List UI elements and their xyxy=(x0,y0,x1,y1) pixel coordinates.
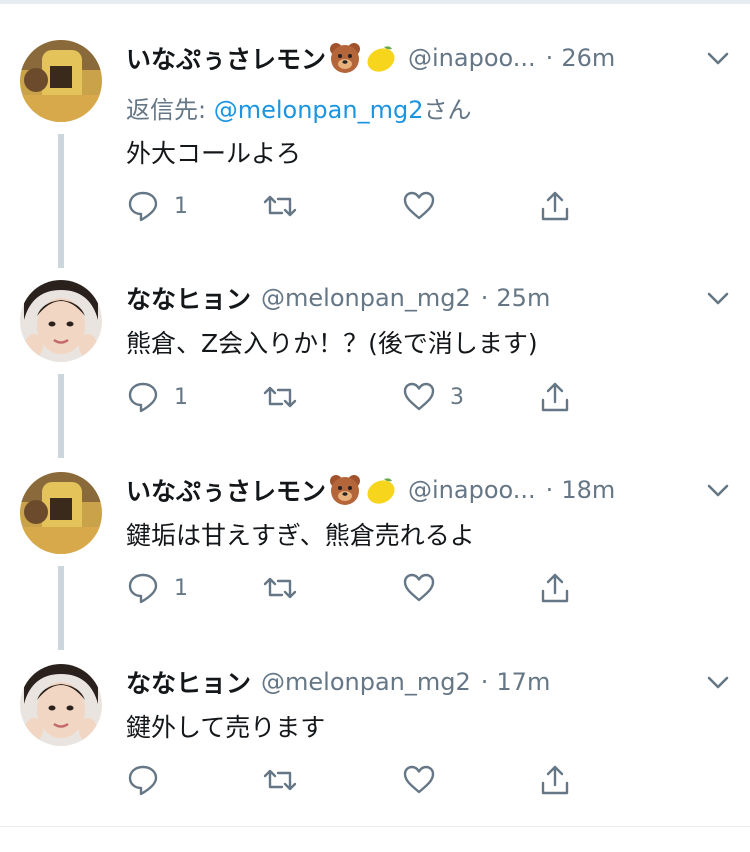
display-name[interactable]: いなぷぅさレモン xyxy=(126,472,326,508)
display-name[interactable]: ななヒョン xyxy=(126,280,251,316)
reply-count: 1 xyxy=(174,193,188,219)
share-button[interactable] xyxy=(538,186,572,226)
handle[interactable]: @melonpan_mg2 xyxy=(261,284,471,312)
reply-suffix: さん xyxy=(423,96,472,124)
like-button[interactable]: 3 xyxy=(402,377,464,417)
display-name[interactable]: いなぷぅさレモン xyxy=(126,40,326,76)
tweet-text: 鍵垢は甘えすぎ、熊倉売れるよ xyxy=(126,521,475,550)
share-button[interactable] xyxy=(538,760,572,800)
share-icon xyxy=(538,763,572,797)
separator-dot: · xyxy=(480,668,489,696)
thread-connector xyxy=(58,374,64,458)
reply-icon xyxy=(126,189,160,223)
tweet-actions xyxy=(126,760,586,800)
lemon-emoji xyxy=(364,41,398,75)
reply-prefix: 返信先: xyxy=(126,96,214,124)
timestamp[interactable]: 17m xyxy=(496,668,550,696)
reply-button[interactable]: 1 xyxy=(126,186,188,226)
display-name[interactable]: ななヒョン xyxy=(126,664,251,700)
share-icon xyxy=(538,380,572,414)
tweet-actions: 1 xyxy=(126,186,586,226)
handle[interactable]: @inapoo... xyxy=(408,44,536,72)
tweet-text: 熊倉、Z会入りか！？(後で消します) xyxy=(126,329,538,358)
reply-button[interactable] xyxy=(126,760,174,800)
tweet-text: 鍵外して売ります xyxy=(126,713,326,742)
retweet-button[interactable] xyxy=(262,760,312,800)
retweet-button[interactable] xyxy=(262,186,312,226)
top-divider xyxy=(0,0,750,4)
avatar[interactable] xyxy=(20,40,102,122)
reply-button[interactable]: 1 xyxy=(126,377,188,417)
avatar-image xyxy=(20,664,102,746)
reply-mention-link[interactable]: @melonpan_mg2 xyxy=(214,96,424,124)
avatar-image xyxy=(20,472,102,554)
bottom-divider xyxy=(0,826,750,827)
tweet-header: ななヒョン @melonpan_mg2 · 25m xyxy=(126,278,550,318)
share-button[interactable] xyxy=(538,377,572,417)
like-button[interactable] xyxy=(402,760,450,800)
retweet-icon xyxy=(262,189,298,223)
avatar[interactable] xyxy=(20,472,102,554)
separator-dot: · xyxy=(480,284,489,312)
tweet-text: 外大コールよろ xyxy=(126,139,302,168)
timestamp[interactable]: 25m xyxy=(496,284,550,312)
retweet-icon xyxy=(262,380,298,414)
like-button[interactable] xyxy=(402,186,450,226)
avatar[interactable] xyxy=(20,664,102,746)
retweet-button[interactable] xyxy=(262,377,312,417)
heart-icon xyxy=(402,571,436,605)
avatar-image xyxy=(20,40,102,122)
share-button[interactable] xyxy=(538,568,572,608)
avatar-image xyxy=(20,280,102,362)
chevron-down-icon[interactable] xyxy=(704,476,732,504)
handle[interactable]: @inapoo... xyxy=(408,476,536,504)
reply-count: 1 xyxy=(174,384,188,410)
timestamp[interactable]: 18m xyxy=(561,476,615,504)
reply-count: 1 xyxy=(174,575,188,601)
avatar[interactable] xyxy=(20,280,102,362)
heart-icon xyxy=(402,189,436,223)
thread-connector xyxy=(58,134,64,268)
reply-icon xyxy=(126,763,160,797)
heart-icon xyxy=(402,380,436,414)
reply-icon xyxy=(126,571,160,605)
tweet-header: ななヒョン @melonpan_mg2 · 17m xyxy=(126,662,550,702)
retweet-icon xyxy=(262,763,298,797)
timestamp[interactable]: 26m xyxy=(561,44,615,72)
tweet-actions: 1 3 xyxy=(126,377,586,417)
bear-emoji xyxy=(328,473,362,507)
like-count: 3 xyxy=(450,384,464,410)
separator-dot: · xyxy=(545,44,554,72)
chevron-down-icon[interactable] xyxy=(704,668,732,696)
bear-emoji xyxy=(328,41,362,75)
thread-connector xyxy=(58,566,64,650)
handle[interactable]: @melonpan_mg2 xyxy=(261,668,471,696)
share-icon xyxy=(538,189,572,223)
tweet-header: いなぷぅさレモン @inapoo... · 26m xyxy=(126,38,615,78)
retweet-button[interactable] xyxy=(262,568,312,608)
chevron-down-icon[interactable] xyxy=(704,284,732,312)
retweet-icon xyxy=(262,571,298,605)
chevron-down-icon[interactable] xyxy=(704,44,732,72)
like-button[interactable] xyxy=(402,568,450,608)
reply-button[interactable]: 1 xyxy=(126,568,188,608)
tweet-header: いなぷぅさレモン @inapoo... · 18m xyxy=(126,470,615,510)
reply-context: 返信先: @melonpan_mg2さん xyxy=(126,90,471,125)
heart-icon xyxy=(402,763,436,797)
separator-dot: · xyxy=(545,476,554,504)
tweet-actions: 1 xyxy=(126,568,586,608)
reply-icon xyxy=(126,380,160,414)
lemon-emoji xyxy=(364,473,398,507)
share-icon xyxy=(538,571,572,605)
